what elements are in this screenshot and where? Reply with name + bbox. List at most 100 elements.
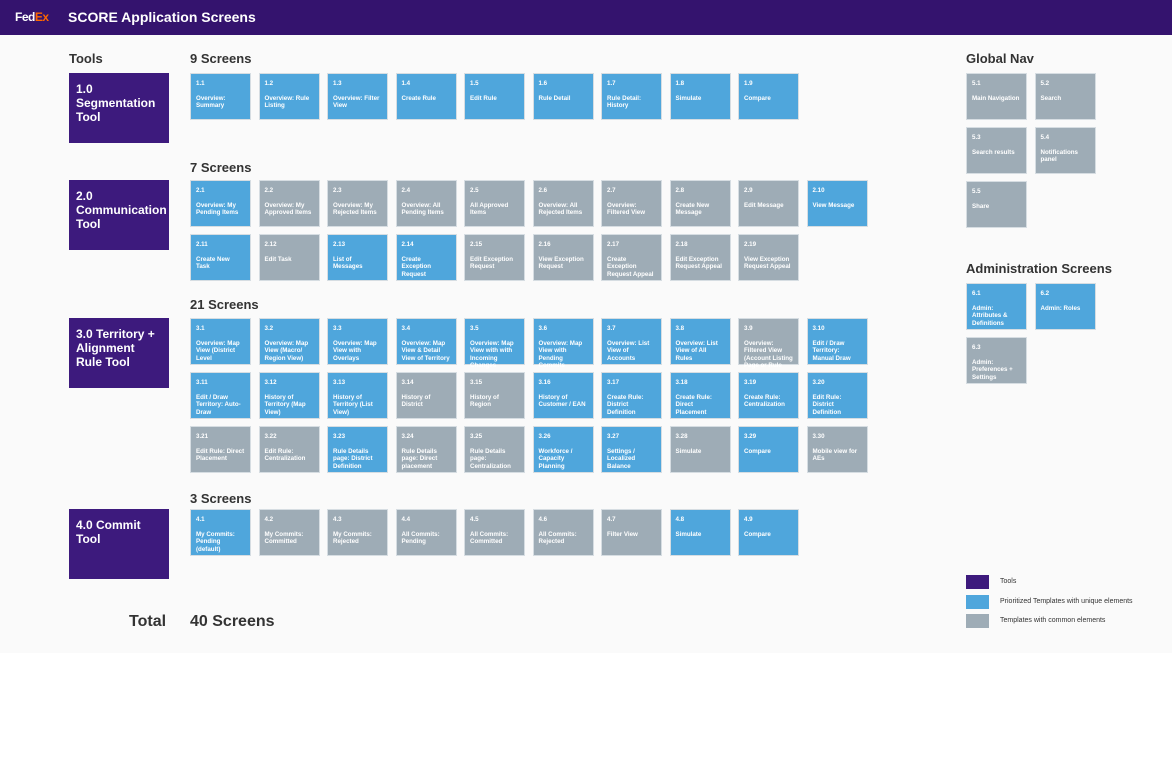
screen-label: Rule Details page: District Definition [333, 447, 373, 470]
screen-tile[interactable]: 2.4 Overview: All Pending Items [395, 180, 457, 227]
screen-tile[interactable]: 3.4 Overview: Map View & Detail View of T… [395, 318, 457, 365]
screen-tile[interactable]: 1.5 Edit Rule [464, 73, 525, 120]
screen-tile[interactable]: 3.26 Workforce / Capacity Planning [532, 426, 594, 473]
screen-tile[interactable]: 4.2 My Commits: Committed [258, 509, 320, 556]
screen-label: My Commits: Committed [264, 530, 304, 546]
screen-tile[interactable]: 3.11 Edit / Draw Territory: Auto-Draw [190, 372, 251, 419]
screen-tile[interactable]: 3.3 Overview: Map View with Overlays [327, 318, 388, 365]
screen-tile[interactable]: 3.21 Edit Rule: Direct Placement [190, 426, 251, 473]
screen-tile[interactable]: 3.5 Overview: Map View with with Incoming… [464, 318, 525, 369]
screen-tile[interactable]: 1.2 Overview: Rule Listing [258, 73, 320, 120]
screen-tile[interactable]: 4.3 My Commits: Rejected [327, 509, 388, 556]
screen-tile[interactable]: 3.6 Overview: Map View with Pending Commi… [532, 318, 594, 369]
screen-tile[interactable]: 4.6 All Commits: Rejected [532, 509, 594, 556]
screen-label: Admin: Roles [1040, 304, 1081, 312]
screen-tile[interactable]: 3.25 Rule Details page: Centralization [464, 426, 525, 473]
screen-tile[interactable]: 5.1 Main Navigation [966, 73, 1027, 120]
screen-tile[interactable]: 3.29 Compare [738, 426, 799, 473]
screen-tile[interactable]: 4.1 My Commits: Pending (default) [190, 509, 251, 556]
screen-label: Overview: Map View with Pending Commits [538, 339, 583, 370]
screen-tile[interactable]: 2.10 View Message [806, 180, 868, 227]
screen-label: Create Exception Request Appeal [607, 255, 654, 278]
screen-tile[interactable]: 4.4 All Commits: Pending [395, 509, 457, 556]
screen-tile[interactable]: 3.16 History of Customer / EAN [532, 372, 594, 419]
screen-tile[interactable]: 6.1 Admin: Attributes & Definitions [966, 283, 1027, 330]
screen-tile[interactable]: 2.12 Edit Task [258, 234, 320, 281]
screen-tile[interactable]: 3.9 Overview: Filtered View (Account List… [738, 318, 799, 369]
screen-tile[interactable]: 5.4 Notifications panel [1034, 127, 1096, 174]
screen-tile[interactable]: 2.15 Edit Exception Request [464, 234, 525, 281]
screen-tile[interactable]: 3.30 Mobile view for AEs [806, 426, 868, 473]
screen-tile[interactable]: 1.1 Overview: Summary [190, 73, 251, 120]
screen-number: 3.24 [401, 433, 414, 440]
screen-label: Settings / Localized Balance [607, 447, 636, 470]
screen-tile[interactable]: 1.8 Simulate [669, 73, 731, 120]
screen-number: 3.10 [812, 325, 825, 332]
screen-tile[interactable]: 3.1 Overview: Map View (District Level [190, 318, 251, 365]
screen-tile[interactable]: 1.9 Compare [738, 73, 799, 120]
screen-tile[interactable]: 3.8 Overview: List View of All Rules [669, 318, 731, 365]
screen-label: Create Rule: Centralization [744, 393, 785, 409]
screen-tile[interactable]: 5.5 Share [966, 181, 1027, 228]
screen-tile[interactable]: 2.7 Overview: Filtered View [601, 180, 662, 227]
screen-tile[interactable]: 3.15 History of Region [464, 372, 525, 419]
screen-label: Compare [744, 94, 771, 102]
screen-tile[interactable]: 4.7 Filter View [601, 509, 662, 556]
screen-number: 2.15 [470, 241, 483, 248]
screen-grid: 2.1 Overview: My Pending Items 2.2 Overview… [190, 180, 868, 281]
screen-label: Create New Task [196, 255, 230, 271]
screen-number: 4.4 [401, 516, 411, 523]
screen-tile[interactable]: 3.22 Edit Rule: Centralization [258, 426, 320, 473]
screen-tile[interactable]: 2.18 Edit Exception Request Appeal [669, 234, 731, 281]
screen-tile[interactable]: 3.13 History of Territory (List View) [327, 372, 388, 419]
screen-tile[interactable]: 3.19 Create Rule: Centralization [738, 372, 799, 419]
screen-label: Overview: Rule Listing [264, 94, 310, 110]
screen-label: Edit / Draw Territory: Auto-Draw [196, 393, 241, 416]
legend-label: Tools [1000, 578, 1017, 585]
screen-tile[interactable]: 1.3 Overview: Filter View [327, 73, 388, 120]
screen-number: 3.12 [264, 379, 277, 386]
screen-tile[interactable]: 6.3 Admin: Preferences + Settings [966, 337, 1027, 384]
screen-tile[interactable]: 2.17 Create Exception Request Appeal [601, 234, 662, 281]
screen-tile[interactable]: 2.3 Overview: My Rejected Items [327, 180, 388, 227]
screen-tile[interactable]: 3.18 Create Rule: Direct Placement [669, 372, 731, 419]
screen-tile[interactable]: 3.27 Settings / Localized Balance [601, 426, 662, 473]
screen-tile[interactable]: 2.9 Edit Message [738, 180, 799, 227]
screen-number: 2.12 [264, 241, 277, 248]
screen-tile[interactable]: 3.12 History of Territory (Map View) [258, 372, 320, 419]
screen-number: 3.16 [538, 379, 551, 386]
section-count: 3 Screens [190, 491, 252, 506]
screen-tile[interactable]: 2.2 Overview: My Approved Items [258, 180, 320, 227]
screen-tile[interactable]: 2.16 View Exception Request [532, 234, 594, 281]
screen-tile[interactable]: 1.7 Rule Detail: History [601, 73, 662, 120]
screen-tile[interactable]: 2.13 List of Messages [327, 234, 388, 281]
screen-tile[interactable]: 3.2 Overview: Map View (Macro/ Region Vie… [258, 318, 320, 365]
screen-tile[interactable]: 2.1 Overview: My Pending Items [190, 180, 251, 227]
screen-tile[interactable]: 4.5 All Commits: Committed [464, 509, 525, 556]
screen-tile[interactable]: 3.23 Rule Details page: District Definiti… [327, 426, 388, 473]
screen-tile[interactable]: 3.14 History of District [395, 372, 457, 419]
screen-tile[interactable]: 5.2 Search [1034, 73, 1096, 120]
screen-tile[interactable]: 2.6 Overview: All Rejected Items [532, 180, 594, 227]
screen-tile[interactable]: 3.7 Overview: List View of Accounts [601, 318, 662, 365]
screen-tile[interactable]: 1.6 Rule Detail [532, 73, 594, 120]
screen-tile[interactable]: 3.28 Simulate [669, 426, 731, 473]
screen-tile[interactable]: 2.14 Create Exception Request [395, 234, 457, 281]
screen-tile[interactable]: 2.5 All Approved Items [464, 180, 525, 227]
screen-tile[interactable]: 4.8 Simulate [669, 509, 731, 556]
screen-tile[interactable]: 3.20 Edit Rule: District Definition [806, 372, 868, 419]
screen-number: 3.27 [607, 433, 620, 440]
screen-tile[interactable]: 3.17 Create Rule: District Definition [601, 372, 662, 419]
screen-tile[interactable]: 1.4 Create Rule [395, 73, 457, 120]
screen-tile[interactable]: 2.11 Create New Task [190, 234, 251, 281]
screen-label: Workforce / Capacity Planning [538, 447, 573, 470]
screen-tile[interactable]: 6.2 Admin: Roles [1034, 283, 1096, 330]
screen-tile[interactable]: 4.9 Compare [738, 509, 799, 556]
screen-tile[interactable]: 5.3 Search results [966, 127, 1027, 174]
screen-tile[interactable]: 3.10 Edit / Draw Territory: Manual Draw [806, 318, 868, 365]
tools-heading: Tools [69, 51, 103, 66]
screen-label: Search results [972, 148, 1015, 156]
screen-tile[interactable]: 3.24 Rule Details page: Direct placement [395, 426, 457, 473]
screen-tile[interactable]: 2.19 View Exception Request Appeal [738, 234, 799, 281]
screen-tile[interactable]: 2.8 Create New Message [669, 180, 731, 227]
